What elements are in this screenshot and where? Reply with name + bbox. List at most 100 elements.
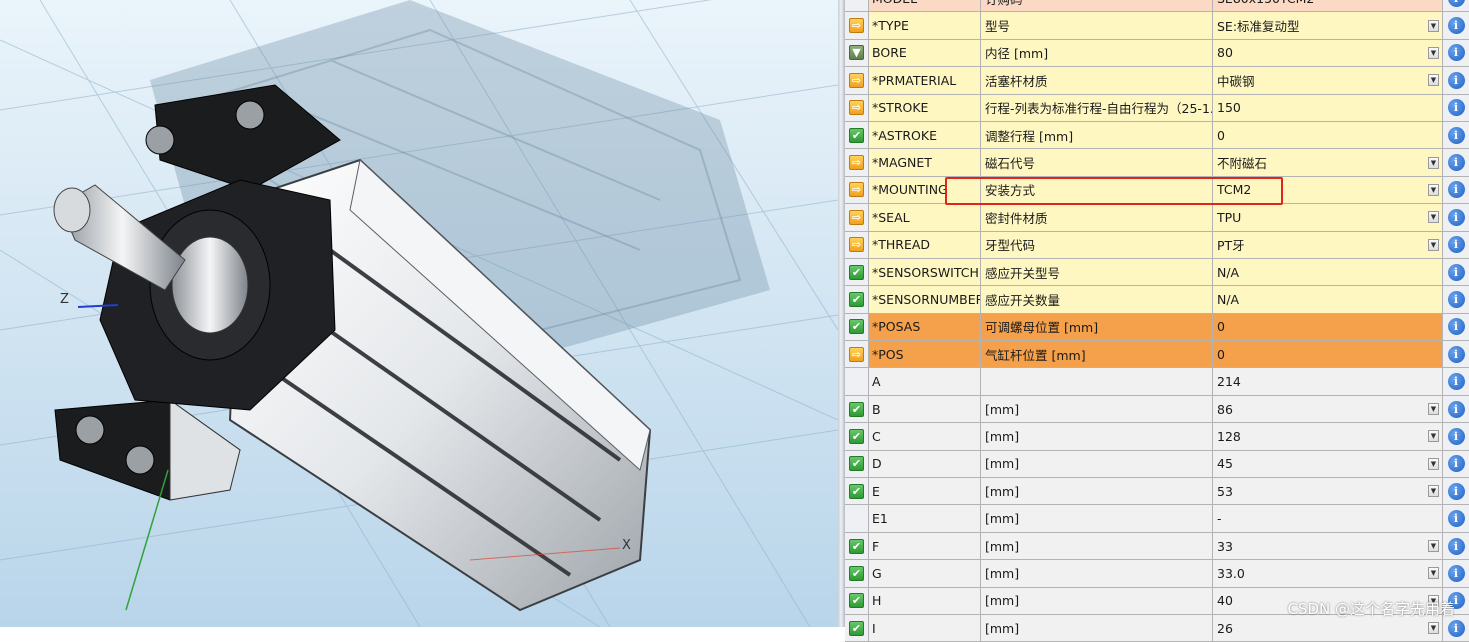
arrow-icon[interactable]: ⇨ [849,155,864,171]
dropdown-arrow-icon[interactable]: ▼ [1428,403,1439,416]
property-value[interactable]: TCM2 [1217,182,1251,197]
info-icon[interactable]: i [1447,373,1465,391]
property-value[interactable]: 26 [1217,621,1233,636]
row-status-cell[interactable]: ✔ [845,121,869,149]
info-icon[interactable]: i [1447,318,1465,336]
property-value-field[interactable]: SE80x150TCM2 [1213,0,1443,12]
info-cell[interactable]: i [1443,176,1469,204]
property-value-field[interactable]: 0 [1213,313,1443,341]
dropdown-arrow-icon[interactable]: ▼ [1428,622,1439,635]
row-status-cell[interactable]: ✔ [845,587,869,614]
property-value-field[interactable]: TCM2 ▼ [1213,176,1443,204]
property-value[interactable]: 80 [1217,45,1233,60]
info-icon[interactable]: i [1447,564,1465,582]
property-value[interactable]: 33.0 [1217,566,1245,581]
info-cell[interactable]: i [1443,532,1469,560]
row-status-cell[interactable] [845,0,869,12]
dropdown-arrow-icon[interactable]: ▼ [1428,211,1439,224]
info-icon[interactable]: i [1447,236,1465,254]
check-icon[interactable]: ✔ [849,593,864,609]
row-status-cell[interactable]: ⇨ [845,176,869,204]
grid-row-d[interactable]: ✔ D [mm] 45 ▼ i [845,450,1469,479]
info-cell[interactable]: i [1443,478,1469,505]
empty-status-icon[interactable] [849,0,864,6]
empty-status-icon[interactable] [849,511,864,526]
property-value-field[interactable]: 128 ▼ [1213,423,1443,450]
dropdown-arrow-icon[interactable]: ▼ [1428,485,1439,498]
row-status-cell[interactable]: ⇨ [845,67,869,94]
info-icon[interactable]: i [1447,482,1465,500]
grid-row-posas[interactable]: ✔ *POSAS 可调螺母位置 [mm] 0 i [845,313,1469,342]
property-value[interactable]: - [1217,511,1222,526]
property-value[interactable]: SE80x150TCM2 [1217,0,1314,6]
grid-row-type[interactable]: ⇨ *TYPE 型号 SE:标准复动型 ▼ i [845,12,1469,40]
grid-row-magnet[interactable]: ⇨ *MAGNET 磁石代号 不附磁石 ▼ i [845,149,1469,177]
property-value-field[interactable]: 214 [1213,368,1443,395]
property-value[interactable]: 128 [1217,429,1241,444]
info-cell[interactable]: i [1443,341,1469,368]
info-cell[interactable]: i [1443,149,1469,176]
info-icon[interactable]: i [1447,17,1465,35]
property-value-field[interactable]: 33 ▼ [1213,532,1443,560]
check-icon[interactable]: ✔ [849,456,864,472]
row-status-cell[interactable]: ⇨ [845,204,869,231]
row-status-cell[interactable]: ✔ [845,532,869,560]
dropdown-arrow-icon[interactable]: ▼ [1428,74,1439,87]
row-status-cell[interactable]: ✔ [845,286,869,313]
info-cell[interactable]: i [1443,258,1469,286]
grid-row-model[interactable]: MODEL订购码 SE80x150TCM2 i [845,0,1469,13]
property-value[interactable]: SE:标准复动型 [1217,16,1300,35]
row-status-cell[interactable]: ✔ [845,258,869,286]
info-icon[interactable]: i [1447,0,1465,7]
property-value[interactable]: TPU [1217,210,1241,225]
info-icon[interactable]: i [1447,181,1465,199]
grid-row-sensorswitch[interactable]: ✔ *SENSORSWITCH 感应开关型号 N/A i [845,258,1469,287]
grid-row-sensornumber[interactable]: ✔ *SENSORNUMBER 感应开关数量 N/A i [845,286,1469,314]
grid-row-thread[interactable]: ⇨ *THREAD 牙型代码 PT牙 ▼ i [845,231,1469,259]
info-cell[interactable]: i [1443,121,1469,149]
row-status-cell[interactable]: ✔ [845,423,869,450]
property-value-field[interactable]: 33.0 ▼ [1213,560,1443,587]
property-value-field[interactable]: N/A [1213,258,1443,286]
row-status-cell[interactable]: ⇨ [845,94,869,121]
check-icon[interactable]: ✔ [849,565,864,581]
property-value-field[interactable]: 0 [1213,341,1443,368]
grid-row-pos[interactable]: ⇨ *POS 气缸杆位置 [mm] 0 i [845,341,1469,369]
info-icon[interactable]: i [1447,99,1465,117]
row-status-cell[interactable]: ✔ [845,560,869,587]
row-status-cell[interactable] [845,505,869,532]
info-cell[interactable]: i [1443,204,1469,231]
property-value[interactable]: 86 [1217,402,1233,417]
row-status-cell[interactable]: ✔ [845,478,869,505]
property-value-field[interactable]: 0 [1213,121,1443,149]
dropdown-arrow-icon[interactable]: ▼ [1428,567,1439,580]
info-icon[interactable]: i [1447,510,1465,528]
row-status-cell[interactable]: ▼ [845,39,869,67]
property-value[interactable]: 不附磁石 [1217,153,1267,172]
row-status-cell[interactable]: ⇨ [845,149,869,176]
property-value-field[interactable]: PT牙 ▼ [1213,231,1443,258]
info-icon[interactable]: i [1447,455,1465,473]
info-cell[interactable]: i [1443,286,1469,313]
info-cell[interactable]: i [1443,505,1469,532]
check-icon[interactable]: ✔ [849,428,864,444]
check-icon[interactable]: ✔ [849,291,864,307]
panel-splitter[interactable] [838,0,845,627]
property-value[interactable]: 0 [1217,347,1225,362]
property-value[interactable]: 214 [1217,374,1241,389]
grid-row-c[interactable]: ✔ C [mm] 128 ▼ i [845,423,1469,451]
property-value[interactable]: 40 [1217,593,1233,608]
property-value-field[interactable]: TPU ▼ [1213,204,1443,231]
grid-row-f[interactable]: ✔ F [mm] 33 ▼ i [845,532,1469,561]
dropdown-arrow-icon[interactable]: ▼ [1428,430,1439,443]
dropdown-arrow-icon[interactable]: ▼ [1428,156,1439,169]
property-value[interactable]: PT牙 [1217,235,1245,254]
property-value[interactable]: 53 [1217,484,1233,499]
info-icon[interactable]: i [1447,290,1465,308]
info-icon[interactable]: i [1447,71,1465,89]
arrow-icon[interactable]: ⇨ [849,346,864,362]
row-status-cell[interactable]: ⇨ [845,231,869,258]
row-status-cell[interactable]: ✔ [845,395,869,423]
info-icon[interactable]: i [1447,537,1465,555]
dropdown-arrow-icon[interactable]: ▼ [1428,46,1439,59]
